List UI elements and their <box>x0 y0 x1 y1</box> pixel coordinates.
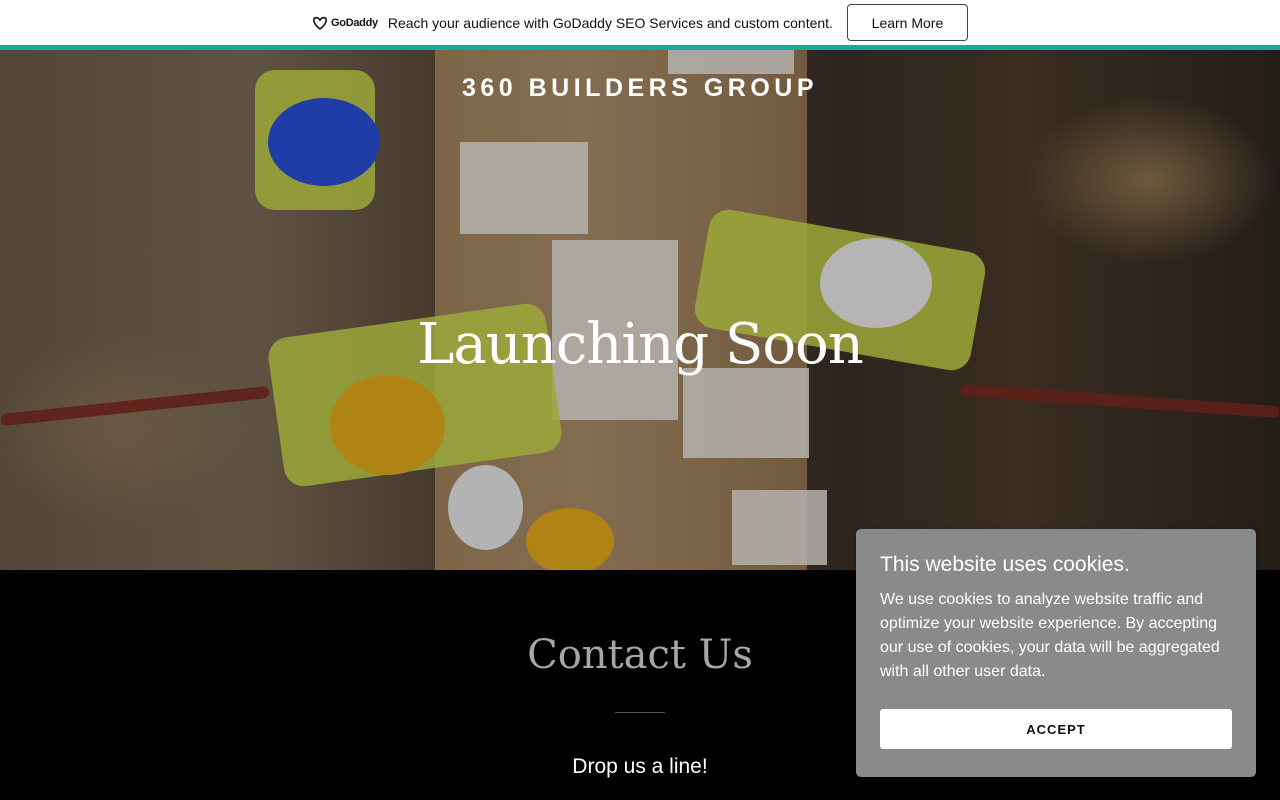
cookie-message: We use cookies to analyze website traffi… <box>880 591 1220 680</box>
promo-content: GoDaddy Reach your audience with GoDaddy… <box>312 4 968 41</box>
cookie-banner: This website uses cookies. We use cookie… <box>856 529 1256 777</box>
contact-divider <box>615 712 665 713</box>
cookie-title: This website uses cookies. <box>880 553 1130 576</box>
hero-section: 360 BUILDERS GROUP Launching Soon <box>0 50 1280 570</box>
godaddy-logo-text: GoDaddy <box>331 16 378 29</box>
accept-cookies-button[interactable]: ACCEPT <box>880 709 1232 749</box>
promo-banner: GoDaddy Reach your audience with GoDaddy… <box>0 0 1280 45</box>
hero-headline: Launching Soon <box>417 312 864 377</box>
promo-message: Reach your audience with GoDaddy SEO Ser… <box>387 14 833 31</box>
hero-overlay <box>0 50 1280 570</box>
learn-more-button[interactable]: Learn More <box>846 4 968 41</box>
site-brand[interactable]: 360 BUILDERS GROUP <box>0 74 1280 103</box>
godaddy-logo[interactable]: GoDaddy <box>312 16 378 30</box>
godaddy-logo-icon <box>312 16 328 30</box>
